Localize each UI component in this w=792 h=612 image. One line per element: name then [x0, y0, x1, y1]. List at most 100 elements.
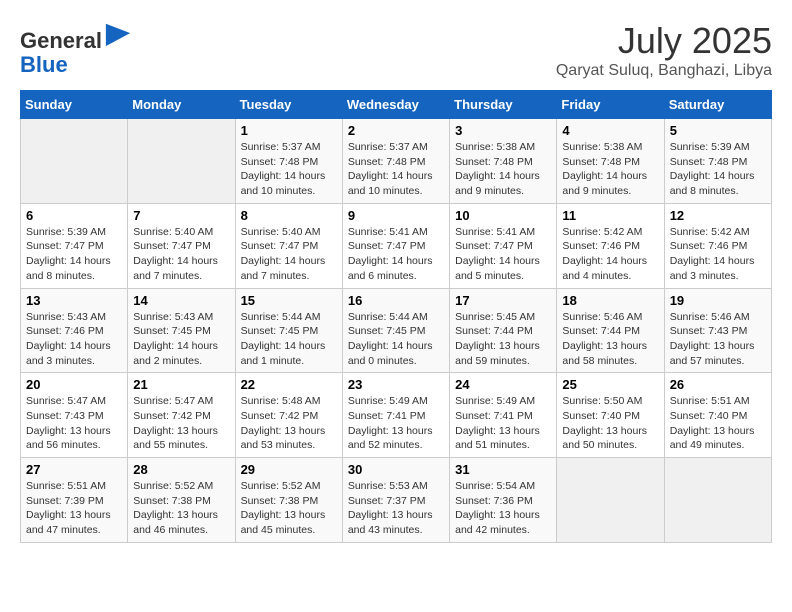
day-number: 12 — [670, 208, 766, 223]
logo: General Blue — [20, 20, 132, 77]
day-number: 20 — [26, 377, 122, 392]
calendar-cell: 23Sunrise: 5:49 AM Sunset: 7:41 PM Dayli… — [342, 373, 449, 458]
calendar-body: 1 Sunrise: 5:37 AM Sunset: 7:48 PM Daylig… — [21, 119, 772, 543]
calendar-cell: 21 Sunrise: 5:47 AM Sunset: 7:42 PM Dayli… — [128, 373, 235, 458]
calendar-cell: 18 Sunrise: 5:46 AM Sunset: 7:44 PM Dayli… — [557, 288, 664, 373]
weekday-header-tuesday: Tuesday — [235, 91, 342, 119]
day-number: 6 — [26, 208, 122, 223]
day-detail: Sunrise: 5:48 AM Sunset: 7:42 PM Dayligh… — [241, 394, 337, 453]
logo-blue: Blue — [20, 52, 68, 77]
day-detail: Sunrise: 5:44 AM Sunset: 7:45 PM Dayligh… — [241, 310, 337, 369]
title-block: July 2025 Qaryat Suluq, Banghazi, Libya — [556, 20, 772, 80]
day-detail: Sunrise: 5:51 AM Sunset: 7:40 PM Dayligh… — [670, 394, 766, 453]
day-detail: Sunrise: 5:51 AM Sunset: 7:39 PM Dayligh… — [26, 479, 122, 538]
calendar-cell: 24 Sunrise: 5:49 AM Sunset: 7:41 PM Dayli… — [450, 373, 557, 458]
day-detail: Sunrise: 5:42 AM Sunset: 7:46 PM Dayligh… — [670, 225, 766, 284]
month-year: July 2025 — [556, 20, 772, 62]
weekday-header-thursday: Thursday — [450, 91, 557, 119]
day-detail: Sunrise: 5:54 AM Sunset: 7:36 PM Dayligh… — [455, 479, 551, 538]
day-number: 15 — [241, 293, 337, 308]
day-number: 22 — [241, 377, 337, 392]
weekday-header-monday: Monday — [128, 91, 235, 119]
calendar-cell: 26 Sunrise: 5:51 AM Sunset: 7:40 PM Dayli… — [664, 373, 771, 458]
day-detail: Sunrise: 5:37 AM Sunset: 7:48 PM Dayligh… — [348, 140, 444, 199]
day-number: 16 — [348, 293, 444, 308]
calendar-cell: 6 Sunrise: 5:39 AM Sunset: 7:47 PM Daylig… — [21, 203, 128, 288]
calendar-cell: 7 Sunrise: 5:40 AM Sunset: 7:47 PM Daylig… — [128, 203, 235, 288]
calendar-cell: 17Sunrise: 5:45 AM Sunset: 7:44 PM Dayli… — [450, 288, 557, 373]
day-number: 2 — [348, 123, 444, 138]
calendar-cell: 19Sunrise: 5:46 AM Sunset: 7:43 PM Dayli… — [664, 288, 771, 373]
calendar-cell: 15 Sunrise: 5:44 AM Sunset: 7:45 PM Dayli… — [235, 288, 342, 373]
day-detail: Sunrise: 5:53 AM Sunset: 7:37 PM Dayligh… — [348, 479, 444, 538]
day-number: 8 — [241, 208, 337, 223]
calendar-cell: 31Sunrise: 5:54 AM Sunset: 7:36 PM Dayli… — [450, 458, 557, 543]
day-detail: Sunrise: 5:41 AM Sunset: 7:47 PM Dayligh… — [455, 225, 551, 284]
calendar-cell: 4Sunrise: 5:38 AM Sunset: 7:48 PM Daylig… — [557, 119, 664, 204]
calendar-cell: 28Sunrise: 5:52 AM Sunset: 7:38 PM Dayli… — [128, 458, 235, 543]
logo-general: General — [20, 28, 102, 53]
day-number: 26 — [670, 377, 766, 392]
day-number: 25 — [562, 377, 658, 392]
calendar-cell: 3 Sunrise: 5:38 AM Sunset: 7:48 PM Daylig… — [450, 119, 557, 204]
calendar-week-row: 13 Sunrise: 5:43 AM Sunset: 7:46 PM Dayli… — [21, 288, 772, 373]
day-number: 19 — [670, 293, 766, 308]
day-number: 4 — [562, 123, 658, 138]
weekday-header-saturday: Saturday — [664, 91, 771, 119]
weekday-header-sunday: Sunday — [21, 91, 128, 119]
day-number: 30 — [348, 462, 444, 477]
calendar-cell: 8 Sunrise: 5:40 AM Sunset: 7:47 PM Daylig… — [235, 203, 342, 288]
day-detail: Sunrise: 5:40 AM Sunset: 7:47 PM Dayligh… — [133, 225, 229, 284]
day-detail: Sunrise: 5:39 AM Sunset: 7:48 PM Dayligh… — [670, 140, 766, 199]
calendar-cell: 11 Sunrise: 5:42 AM Sunset: 7:46 PM Dayli… — [557, 203, 664, 288]
day-detail: Sunrise: 5:46 AM Sunset: 7:44 PM Dayligh… — [562, 310, 658, 369]
day-number: 10 — [455, 208, 551, 223]
day-detail: Sunrise: 5:39 AM Sunset: 7:47 PM Dayligh… — [26, 225, 122, 284]
calendar-cell: 22 Sunrise: 5:48 AM Sunset: 7:42 PM Dayli… — [235, 373, 342, 458]
calendar-cell: 20 Sunrise: 5:47 AM Sunset: 7:43 PM Dayli… — [21, 373, 128, 458]
day-number: 14 — [133, 293, 229, 308]
day-detail: Sunrise: 5:38 AM Sunset: 7:48 PM Dayligh… — [455, 140, 551, 199]
calendar-table: SundayMondayTuesdayWednesdayThursdayFrid… — [20, 90, 772, 543]
day-number: 3 — [455, 123, 551, 138]
day-number: 5 — [670, 123, 766, 138]
day-detail: Sunrise: 5:47 AM Sunset: 7:43 PM Dayligh… — [26, 394, 122, 453]
calendar-cell: 27 Sunrise: 5:51 AM Sunset: 7:39 PM Dayli… — [21, 458, 128, 543]
day-number: 29 — [241, 462, 337, 477]
location: Qaryat Suluq, Banghazi, Libya — [556, 62, 772, 80]
calendar-week-row: 20 Sunrise: 5:47 AM Sunset: 7:43 PM Dayli… — [21, 373, 772, 458]
day-number: 21 — [133, 377, 229, 392]
calendar-cell: 29Sunrise: 5:52 AM Sunset: 7:38 PM Dayli… — [235, 458, 342, 543]
day-number: 17 — [455, 293, 551, 308]
day-number: 27 — [26, 462, 122, 477]
weekday-header-row: SundayMondayTuesdayWednesdayThursdayFrid… — [21, 91, 772, 119]
day-detail: Sunrise: 5:43 AM Sunset: 7:46 PM Dayligh… — [26, 310, 122, 369]
day-number: 24 — [455, 377, 551, 392]
day-number: 7 — [133, 208, 229, 223]
calendar-cell: 9 Sunrise: 5:41 AM Sunset: 7:47 PM Daylig… — [342, 203, 449, 288]
day-number: 13 — [26, 293, 122, 308]
day-detail: Sunrise: 5:41 AM Sunset: 7:47 PM Dayligh… — [348, 225, 444, 284]
day-detail: Sunrise: 5:49 AM Sunset: 7:41 PM Dayligh… — [455, 394, 551, 453]
day-number: 18 — [562, 293, 658, 308]
weekday-header-wednesday: Wednesday — [342, 91, 449, 119]
calendar-cell: 10 Sunrise: 5:41 AM Sunset: 7:47 PM Dayli… — [450, 203, 557, 288]
logo-icon — [104, 20, 132, 48]
day-number: 11 — [562, 208, 658, 223]
day-detail: Sunrise: 5:40 AM Sunset: 7:47 PM Dayligh… — [241, 225, 337, 284]
day-detail: Sunrise: 5:42 AM Sunset: 7:46 PM Dayligh… — [562, 225, 658, 284]
calendar-cell: 12 Sunrise: 5:42 AM Sunset: 7:46 PM Dayli… — [664, 203, 771, 288]
day-detail: Sunrise: 5:52 AM Sunset: 7:38 PM Dayligh… — [133, 479, 229, 538]
day-number: 1 — [241, 123, 337, 138]
weekday-header-friday: Friday — [557, 91, 664, 119]
page-header: General Blue July 2025 Qaryat Suluq, Ban… — [20, 20, 772, 80]
calendar-cell — [21, 119, 128, 204]
calendar-week-row: 27 Sunrise: 5:51 AM Sunset: 7:39 PM Dayli… — [21, 458, 772, 543]
day-detail: Sunrise: 5:47 AM Sunset: 7:42 PM Dayligh… — [133, 394, 229, 453]
day-detail: Sunrise: 5:50 AM Sunset: 7:40 PM Dayligh… — [562, 394, 658, 453]
calendar-cell: 30 Sunrise: 5:53 AM Sunset: 7:37 PM Dayli… — [342, 458, 449, 543]
calendar-cell: 2 Sunrise: 5:37 AM Sunset: 7:48 PM Daylig… — [342, 119, 449, 204]
calendar-cell — [128, 119, 235, 204]
day-number: 9 — [348, 208, 444, 223]
day-detail: Sunrise: 5:43 AM Sunset: 7:45 PM Dayligh… — [133, 310, 229, 369]
